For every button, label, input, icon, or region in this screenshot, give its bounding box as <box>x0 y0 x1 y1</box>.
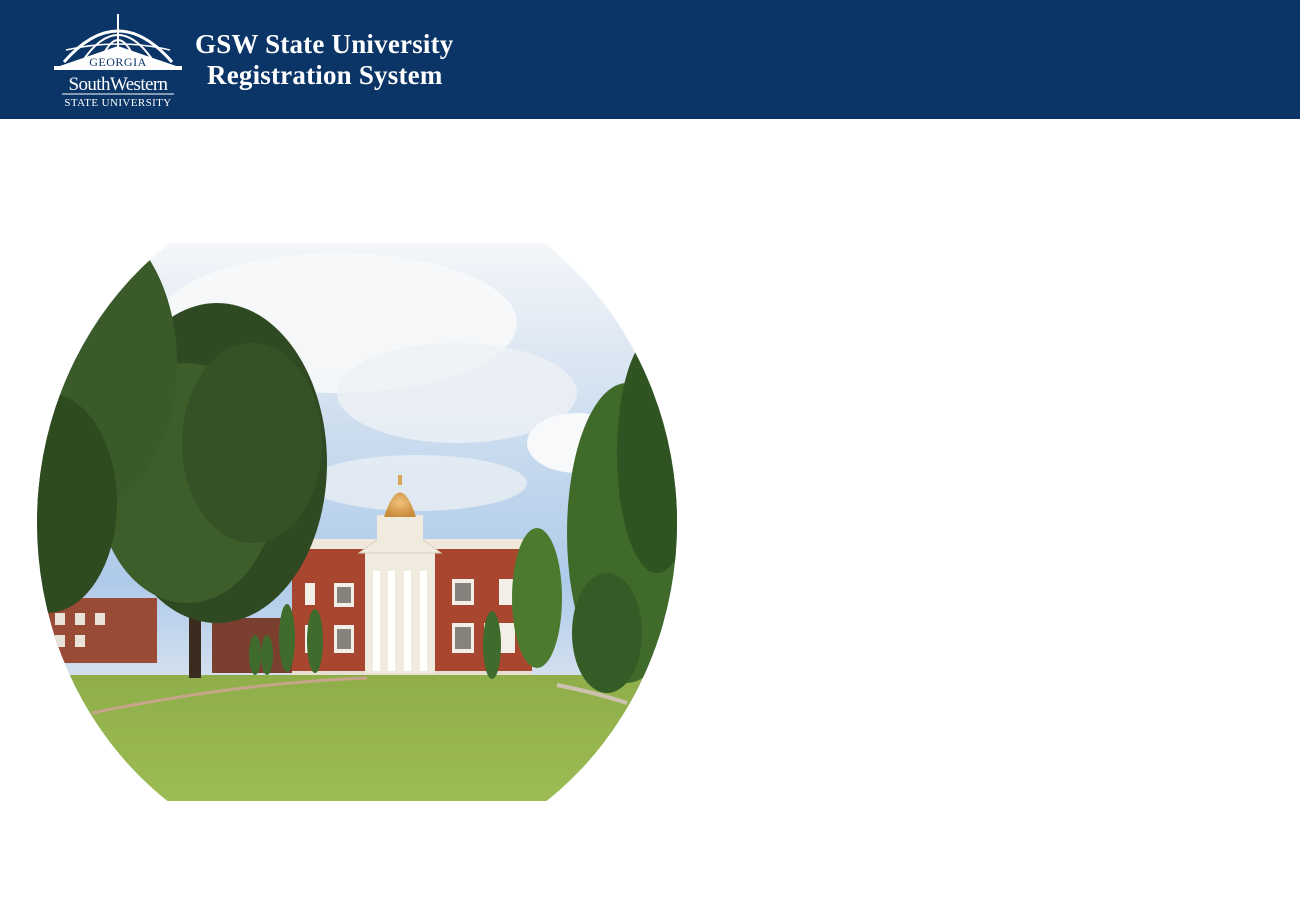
logo-text-georgia: GEORGIA <box>89 55 147 69</box>
site-title: GSW State University Registration System <box>195 29 454 91</box>
logo-text-state-university: STATE UNIVERSITY <box>64 97 171 109</box>
university-logo[interactable]: GEORGIA SouthWestern STATE UNIVERSITY <box>52 10 184 110</box>
campus-building-image <box>37 243 677 801</box>
site-title-line-2: Registration System <box>207 60 443 90</box>
logo-text-southwestern: SouthWestern <box>69 74 169 95</box>
dome-logo-icon: GEORGIA SouthWestern STATE UNIVERSITY <box>54 14 182 109</box>
campus-hero-image <box>37 243 677 801</box>
site-title-line-1: GSW State University <box>195 29 454 59</box>
site-header: GEORGIA SouthWestern STATE UNIVERSITY GS… <box>0 0 1300 119</box>
